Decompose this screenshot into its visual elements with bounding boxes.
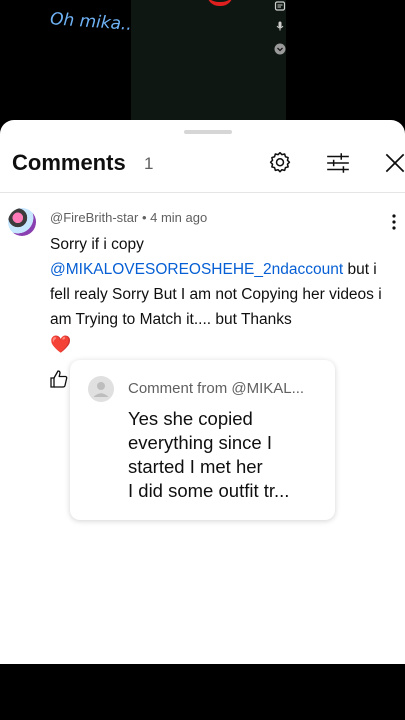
reply-from-label: Comment from @MIKAL... xyxy=(128,380,305,397)
comments-sheet: Comments 1 @FireBrith-star • 4 min ago S… xyxy=(0,120,405,664)
caption-icon[interactable] xyxy=(274,0,286,12)
video-player[interactable]: Oh mika.. xyxy=(0,0,405,128)
filter-button[interactable] xyxy=(323,148,353,178)
comment-meta: @FireBrith-star • 4 min ago xyxy=(50,210,207,225)
comment-text: Sorry if i copy @MIKALOVESOREOSHEHE_2nda… xyxy=(50,232,390,358)
reply-line: started I met her xyxy=(128,456,263,477)
thumbs-up-icon xyxy=(50,370,68,388)
meta-separator: • xyxy=(138,210,151,225)
comment-mention[interactable]: @MIKALOVESOREOSHEHE_2ndaccount xyxy=(50,261,343,278)
mic-icon[interactable] xyxy=(274,20,286,32)
drag-handle[interactable] xyxy=(184,130,232,134)
filter-icon xyxy=(327,153,349,173)
like-button[interactable] xyxy=(48,368,70,390)
reply-text: Yes she copied everything since I starte… xyxy=(128,407,323,503)
more-options-button[interactable] xyxy=(386,212,402,232)
settings-icon xyxy=(269,151,291,173)
heart-emoji: ❤️ xyxy=(50,335,72,354)
bottom-bar xyxy=(0,664,405,720)
person-icon xyxy=(93,382,109,397)
comment-text-before: Sorry if i copy xyxy=(50,236,144,253)
chevron-down-icon[interactable] xyxy=(274,43,286,55)
comments-count: 1 xyxy=(144,154,154,173)
video-overlay-text: Oh mika.. xyxy=(49,9,133,35)
reply-line: everything since I xyxy=(128,432,272,453)
video-frame xyxy=(131,0,286,128)
comment-time: 4 min ago xyxy=(150,210,208,225)
avatar[interactable] xyxy=(8,208,36,236)
more-vert-icon xyxy=(392,214,396,230)
close-icon xyxy=(385,153,405,173)
comments-header: Comments 1 xyxy=(0,142,405,190)
reply-avatar xyxy=(88,376,114,402)
close-button[interactable] xyxy=(380,148,405,178)
comments-title: Comments xyxy=(12,150,126,175)
reply-line: Yes she copied xyxy=(128,408,253,429)
settings-button[interactable] xyxy=(265,148,295,178)
reply-line: I did some outfit tr... xyxy=(128,480,290,501)
reply-preview-card[interactable]: Comment from @MIKAL... Yes she copied ev… xyxy=(70,360,335,520)
header-divider xyxy=(0,192,405,193)
comment-author[interactable]: @FireBrith-star xyxy=(50,210,138,225)
